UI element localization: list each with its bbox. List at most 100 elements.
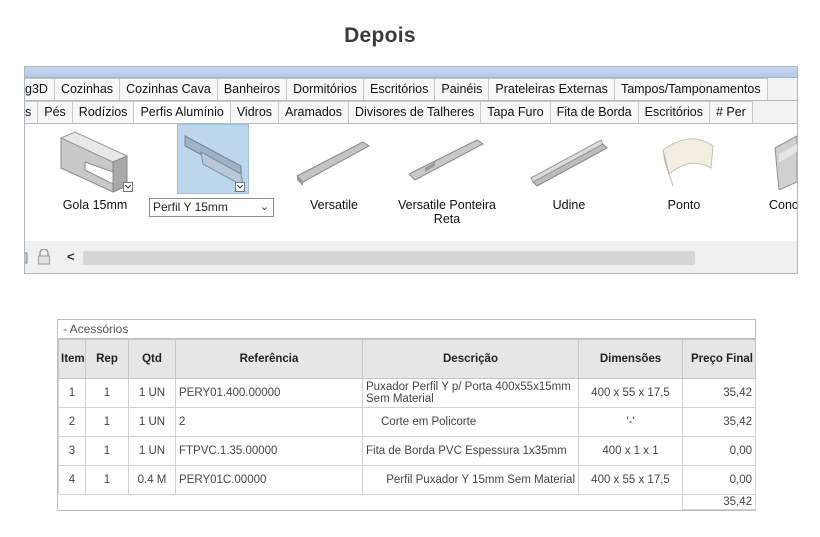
gallery-bottom-bar: < <box>25 241 797 273</box>
table-row[interactable]: 2 1 1 UN 2 Corte em Policorte '-' 35,42 <box>58 407 756 437</box>
tab-aramados[interactable]: Aramados <box>278 101 350 123</box>
gallery-item-versatile[interactable]: Versatile <box>289 124 379 242</box>
cell-referencia: FTPVC.1.35.00000 <box>175 436 363 466</box>
col-header-rep[interactable]: Rep <box>85 339 129 379</box>
gallery-label-gola: Gola 15mm <box>62 198 128 212</box>
cell-qtd: 1 UN <box>128 407 176 437</box>
cell-descricao: Corte em Policorte <box>362 407 579 437</box>
cell-dimensoes: '-' <box>578 407 683 437</box>
cell-item: 3 <box>58 436 86 466</box>
col-header-referencia[interactable]: Referência <box>175 339 363 379</box>
table-row[interactable]: 4 1 0.4 M PERY01C.00000 Perfil Puxador Y… <box>58 465 756 495</box>
cell-rep: 1 <box>85 465 129 495</box>
profile-select[interactable]: Perfil Y 15mm ⌄ <box>149 198 274 217</box>
gallery-label-versatile: Versatile <box>310 198 358 212</box>
tab-per[interactable]: # Per <box>708 101 753 123</box>
versatile-profile-image <box>296 141 370 186</box>
profile-select-value: Perfil Y 15mm <box>153 200 228 214</box>
app-window: g3D Cozinhas Cozinhas Cava Banheiros Dor… <box>24 66 798 274</box>
tab-vidros[interactable]: Vidros <box>229 101 280 123</box>
total-spacer <box>58 494 683 510</box>
gallery-label-conc: Conc <box>769 198 798 212</box>
cell-qtd: 0.4 M <box>128 465 176 495</box>
col-header-descricao[interactable]: Descrição <box>362 339 579 379</box>
gallery-item-perfil-y[interactable] <box>175 124 249 242</box>
cell-qtd: 1 UN <box>128 378 176 408</box>
gallery-label-udine: Udine <box>552 198 586 212</box>
tab-fita-de-borda[interactable]: Fita de Borda <box>549 101 639 123</box>
tab-rodizios[interactable]: Rodízios <box>71 101 135 123</box>
tab-banheiros[interactable]: Banheiros <box>216 78 288 100</box>
tab-escritorios[interactable]: Escritórios <box>363 78 436 100</box>
expand-icon[interactable] <box>235 182 245 192</box>
cell-descricao: Perfil Puxador Y 15mm Sem Material <box>362 465 579 495</box>
cell-referencia: PERY01C.00000 <box>175 465 363 495</box>
cell-preco: 35,42 <box>682 407 756 437</box>
cell-rep: 1 <box>85 436 129 466</box>
profile-gallery: Gola 15mm Perfil Y 15mm ⌄ Versatile Vers… <box>25 124 797 243</box>
expand-icon[interactable] <box>123 182 133 192</box>
tab-g3d[interactable]: g3D <box>25 78 55 100</box>
cell-item: 4 <box>58 465 86 495</box>
accessories-table: Item Rep Qtd Referência Descrição Dimens… <box>58 339 756 510</box>
gallery-item-gola[interactable]: Gola 15mm <box>45 124 145 242</box>
col-header-dimensoes[interactable]: Dimensões <box>578 339 683 379</box>
partial-icon[interactable] <box>24 249 29 265</box>
lock-icon[interactable] <box>37 249 51 265</box>
cell-referencia: PERY01.400.00000 <box>175 378 363 408</box>
tab-escritorios-2[interactable]: Escritórios <box>637 101 710 123</box>
cell-referencia: 2 <box>175 407 363 437</box>
tab-prateleiras-externas[interactable]: Prateleiras Externas <box>488 78 615 100</box>
tab-pes[interactable]: Pés <box>37 101 73 123</box>
chevron-down-icon: ⌄ <box>259 201 269 213</box>
tab-perfis-aluminio[interactable]: Perfis Alumínio <box>133 101 231 123</box>
section-title: - Acessórios <box>58 320 755 339</box>
scroll-left-button[interactable]: < <box>67 249 75 264</box>
tab-s[interactable]: s <box>25 101 39 123</box>
versatile-ponteira-profile-image <box>408 139 484 181</box>
cell-qtd: 1 UN <box>128 436 176 466</box>
cell-preco: 0,00 <box>682 436 756 466</box>
gallery-label-versatile-ponteira: Versatile Ponteira Reta <box>398 198 496 226</box>
total-row: 35,42 <box>58 494 756 510</box>
window-top-band <box>25 67 797 78</box>
gallery-item-conc[interactable]: Conc <box>765 124 798 242</box>
udine-profile-image <box>530 139 608 187</box>
cell-descricao: Puxador Perfil Y p/ Porta 400x55x15mm Se… <box>362 378 579 408</box>
tab-dormitorios[interactable]: Dormitórios <box>286 78 365 100</box>
tab-paineis[interactable]: Painéis <box>434 78 490 100</box>
table-header-row: Item Rep Qtd Referência Descrição Dimens… <box>58 339 756 379</box>
col-header-preco-final[interactable]: Preço Final <box>682 339 756 379</box>
conc-profile-image <box>774 135 797 190</box>
gallery-item-versatile-ponteira[interactable]: Versatile Ponteira Reta <box>391 124 503 242</box>
gallery-label-ponto: Ponto <box>667 198 701 212</box>
cell-preco: 35,42 <box>682 378 756 408</box>
accessories-panel: - Acessórios Item Rep Qtd Referência Des… <box>57 319 756 511</box>
horizontal-scrollbar[interactable] <box>83 251 695 265</box>
cell-dimensoes: 400 x 1 x 1 <box>578 436 683 466</box>
tab-tampos[interactable]: Tampos/Tamponamentos <box>613 78 768 100</box>
cell-rep: 1 <box>85 407 129 437</box>
cell-dimensoes: 400 x 55 x 17,5 <box>578 378 683 408</box>
col-header-qtd[interactable]: Qtd <box>128 339 176 379</box>
cell-descricao: Fita de Borda PVC Espessura 1x35mm <box>362 436 579 466</box>
cell-rep: 1 <box>85 378 129 408</box>
gallery-item-ponto[interactable]: Ponto <box>639 124 729 242</box>
cell-dimensoes: 400 x 55 x 17,5 <box>578 465 683 495</box>
tab-tapa-furo[interactable]: Tapa Furo <box>480 101 551 123</box>
perfil-y-profile-image <box>184 135 244 187</box>
subcategory-tab-row: s Pés Rodízios Perfis Alumínio Vidros Ar… <box>25 101 797 124</box>
cell-total: 35,42 <box>682 494 756 510</box>
gallery-item-udine[interactable]: Udine <box>521 124 617 242</box>
tab-cozinhas-cava[interactable]: Cozinhas Cava <box>119 78 218 100</box>
ponto-profile-image <box>662 138 714 187</box>
table-row[interactable]: 1 1 1 UN PERY01.400.00000 Puxador Perfil… <box>58 378 756 408</box>
table-row[interactable]: 3 1 1 UN FTPVC.1.35.00000 Fita de Borda … <box>58 436 756 466</box>
cell-item: 1 <box>58 378 86 408</box>
col-header-item[interactable]: Item <box>58 339 86 379</box>
tab-cozinhas[interactable]: Cozinhas <box>53 78 121 100</box>
category-tab-row: g3D Cozinhas Cozinhas Cava Banheiros Dor… <box>25 78 797 101</box>
tab-divisores[interactable]: Divisores de Talheres <box>348 101 482 123</box>
cell-preco: 0,00 <box>682 465 756 495</box>
page-title: Depois <box>344 24 416 47</box>
